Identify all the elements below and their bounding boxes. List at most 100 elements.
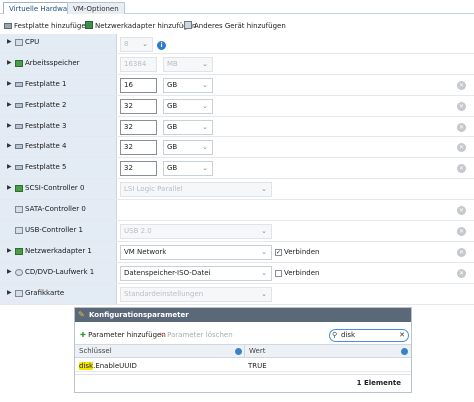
- cpu-label-cell[interactable]: ▶ CPU: [0, 34, 117, 53]
- hardware-row-disk-3: ▶ Festplatte 3 32 GB ⌄ ✕: [0, 117, 474, 137]
- nic-connect-checkbox[interactable]: ✓: [275, 249, 282, 256]
- grid-footer: 1 Elemente: [75, 374, 411, 392]
- network-adapter-label-cell[interactable]: ▶ Netzwerkadapter 1: [0, 242, 117, 262]
- disk-1-size-input[interactable]: 16: [120, 78, 157, 93]
- hardware-row-disk-1: ▶ Festplatte 1 16 GB ⌄ ✕: [0, 75, 474, 96]
- disk-3-size-input[interactable]: 32: [120, 120, 157, 135]
- delete-parameter-button[interactable]: ✕ Parameter löschen: [159, 331, 233, 339]
- hardware-row-sata-controller: SATA-Controller 0 ✕: [0, 200, 474, 221]
- disk-2-size-input[interactable]: 32: [120, 99, 157, 114]
- expand-icon[interactable]: ▶: [7, 184, 12, 191]
- hardware-row-scsi-controller: ▶ SCSI-Controller 0 LSI Logic Parallel ⌄: [0, 179, 474, 200]
- config-parameters-panel: ✎ Konfigurationsparameter ✚ Parameter hi…: [74, 307, 412, 393]
- column-key-label: Schlüssel: [79, 347, 112, 355]
- disk-5-unit-select[interactable]: GB ⌄: [163, 161, 213, 176]
- usb-type-select[interactable]: USB 2.0 ⌄: [120, 224, 272, 239]
- add-nic-button[interactable]: Netzwerkadapter hinzufügen: [85, 21, 196, 32]
- disk-1-unit-select[interactable]: GB ⌄: [163, 78, 213, 93]
- disk-icon: [15, 103, 23, 108]
- disk-5-size-input[interactable]: 32: [120, 161, 157, 176]
- remove-disk-1-icon[interactable]: ✕: [457, 81, 466, 90]
- column-header-key[interactable]: Schlüssel: [75, 345, 243, 358]
- cpu-count-value: 8: [124, 40, 129, 48]
- scsi-label-cell[interactable]: ▶ SCSI-Controller 0: [0, 179, 117, 199]
- disk-icon: [15, 144, 23, 149]
- disk-1-label-cell[interactable]: ▶ Festplatte 1: [0, 75, 117, 95]
- disk-3-label-cell[interactable]: ▶ Festplatte 3: [0, 117, 117, 136]
- expand-icon[interactable]: ▶: [7, 289, 12, 296]
- disk-1-label: Festplatte 1: [25, 80, 67, 88]
- network-value: VM Network: [124, 248, 167, 256]
- table-row[interactable]: disk.EnableUUID TRUE: [75, 360, 411, 372]
- chevron-down-icon: ⌄: [202, 123, 208, 131]
- cd-dvd-connect-checkbox[interactable]: [275, 270, 282, 277]
- chevron-down-icon: ⌄: [261, 248, 267, 256]
- remove-disk-3-icon[interactable]: ✕: [457, 123, 466, 132]
- plus-icon: ✚: [80, 331, 86, 339]
- remove-disk-5-icon[interactable]: ✕: [457, 164, 466, 173]
- memory-label: Arbeitsspeicher: [25, 59, 80, 67]
- info-icon[interactable]: i: [157, 41, 166, 50]
- remove-cd-dvd-icon[interactable]: ✕: [457, 269, 466, 278]
- nic-add-icon: [85, 21, 93, 29]
- hardware-row-cd-dvd: ▶ CD/DVD-Laufwerk 1 Datenspeicher-ISO-Da…: [0, 263, 474, 284]
- delete-icon: ✕: [159, 331, 165, 339]
- expand-icon[interactable]: ▶: [7, 268, 12, 275]
- disk-icon: [15, 82, 23, 87]
- disk-4-label-cell[interactable]: ▶ Festplatte 4: [0, 137, 117, 157]
- chevron-down-icon: ⌄: [261, 290, 267, 298]
- cd-dvd-label: CD/DVD-Laufwerk 1: [25, 268, 95, 276]
- cd-dvd-label-cell[interactable]: ▶ CD/DVD-Laufwerk 1: [0, 263, 117, 283]
- memory-unit-value: MB: [167, 60, 178, 68]
- disk-5-label-cell[interactable]: ▶ Festplatte 5: [0, 158, 117, 178]
- remove-usb-icon[interactable]: ✕: [457, 227, 466, 236]
- expand-icon[interactable]: ▶: [7, 38, 12, 45]
- disk-4-size-input[interactable]: 32: [120, 140, 157, 155]
- chevron-down-icon: ⌄: [202, 143, 208, 151]
- graphics-card-select[interactable]: Standardeinstellungen ⌄: [120, 287, 272, 302]
- chevron-down-icon: ⌄: [202, 164, 208, 172]
- scsi-type-select[interactable]: LSI Logic Parallel ⌄: [120, 182, 272, 197]
- remove-disk-2-icon[interactable]: ✕: [457, 102, 466, 111]
- memory-input[interactable]: 16384: [120, 57, 157, 72]
- cd-dvd-source-value: Datenspeicher-ISO-Datei: [124, 269, 211, 277]
- column-header-value[interactable]: Wert: [244, 345, 411, 358]
- usb-controller-icon: [15, 227, 23, 234]
- add-disk-button[interactable]: Festplatte hinzufügen: [4, 21, 90, 32]
- expand-icon[interactable]: ▶: [7, 163, 12, 170]
- expand-icon[interactable]: ▶: [7, 122, 12, 129]
- cpu-count-select[interactable]: 8 ⌄: [120, 37, 153, 52]
- expand-icon[interactable]: ▶: [7, 101, 12, 108]
- disk-2-unit-select[interactable]: GB ⌄: [163, 99, 213, 114]
- memory-label-cell[interactable]: ▶ Arbeitsspeicher: [0, 54, 117, 74]
- hardware-row-network-adapter: ▶ Netzwerkadapter 1 VM Network ⌄ ✓ Verbi…: [0, 242, 474, 263]
- cd-dvd-source-select[interactable]: Datenspeicher-ISO-Datei ⌄: [120, 266, 272, 281]
- config-parameters-title: Konfigurationsparameter: [89, 311, 189, 319]
- disk-2-label-cell[interactable]: ▶ Festplatte 2: [0, 96, 117, 116]
- filter-icon[interactable]: [401, 348, 408, 355]
- filter-icon[interactable]: [235, 348, 242, 355]
- expand-icon[interactable]: ▶: [7, 80, 12, 87]
- add-parameter-button[interactable]: ✚ Parameter hinzufügen: [80, 331, 166, 339]
- disk-4-unit-select[interactable]: GB ⌄: [163, 140, 213, 155]
- expand-icon[interactable]: ▶: [7, 247, 12, 254]
- memory-unit-select[interactable]: MB ⌄: [163, 57, 213, 72]
- graphics-card-label: Grafikkarte: [25, 289, 65, 297]
- search-input[interactable]: ⚲ disk ✕: [329, 329, 409, 342]
- add-other-device-button[interactable]: Anderes Gerät hinzufügen: [184, 21, 286, 32]
- remove-disk-4-icon[interactable]: ✕: [457, 143, 466, 152]
- clear-search-icon[interactable]: ✕: [399, 330, 405, 341]
- graphics-card-value: Standardeinstellungen: [124, 290, 204, 298]
- tab-vm-options[interactable]: VM-Optionen: [67, 2, 125, 14]
- remove-nic-icon[interactable]: ✕: [457, 248, 466, 257]
- hardware-row-disk-4: ▶ Festplatte 4 32 GB ⌄ ✕: [0, 137, 474, 158]
- chevron-down-icon: ⌄: [261, 227, 267, 235]
- expand-icon[interactable]: ▶: [7, 59, 12, 66]
- remove-sata-icon[interactable]: ✕: [457, 206, 466, 215]
- expand-icon[interactable]: ▶: [7, 142, 12, 149]
- graphics-card-label-cell[interactable]: ▶ Grafikkarte: [0, 284, 117, 304]
- hardware-row-usb-controller: USB-Controller 1 USB 2.0 ⌄ ✕: [0, 221, 474, 242]
- network-select[interactable]: VM Network ⌄: [120, 245, 272, 260]
- disk-3-unit-select[interactable]: GB ⌄: [163, 120, 213, 135]
- search-value: disk: [341, 331, 356, 339]
